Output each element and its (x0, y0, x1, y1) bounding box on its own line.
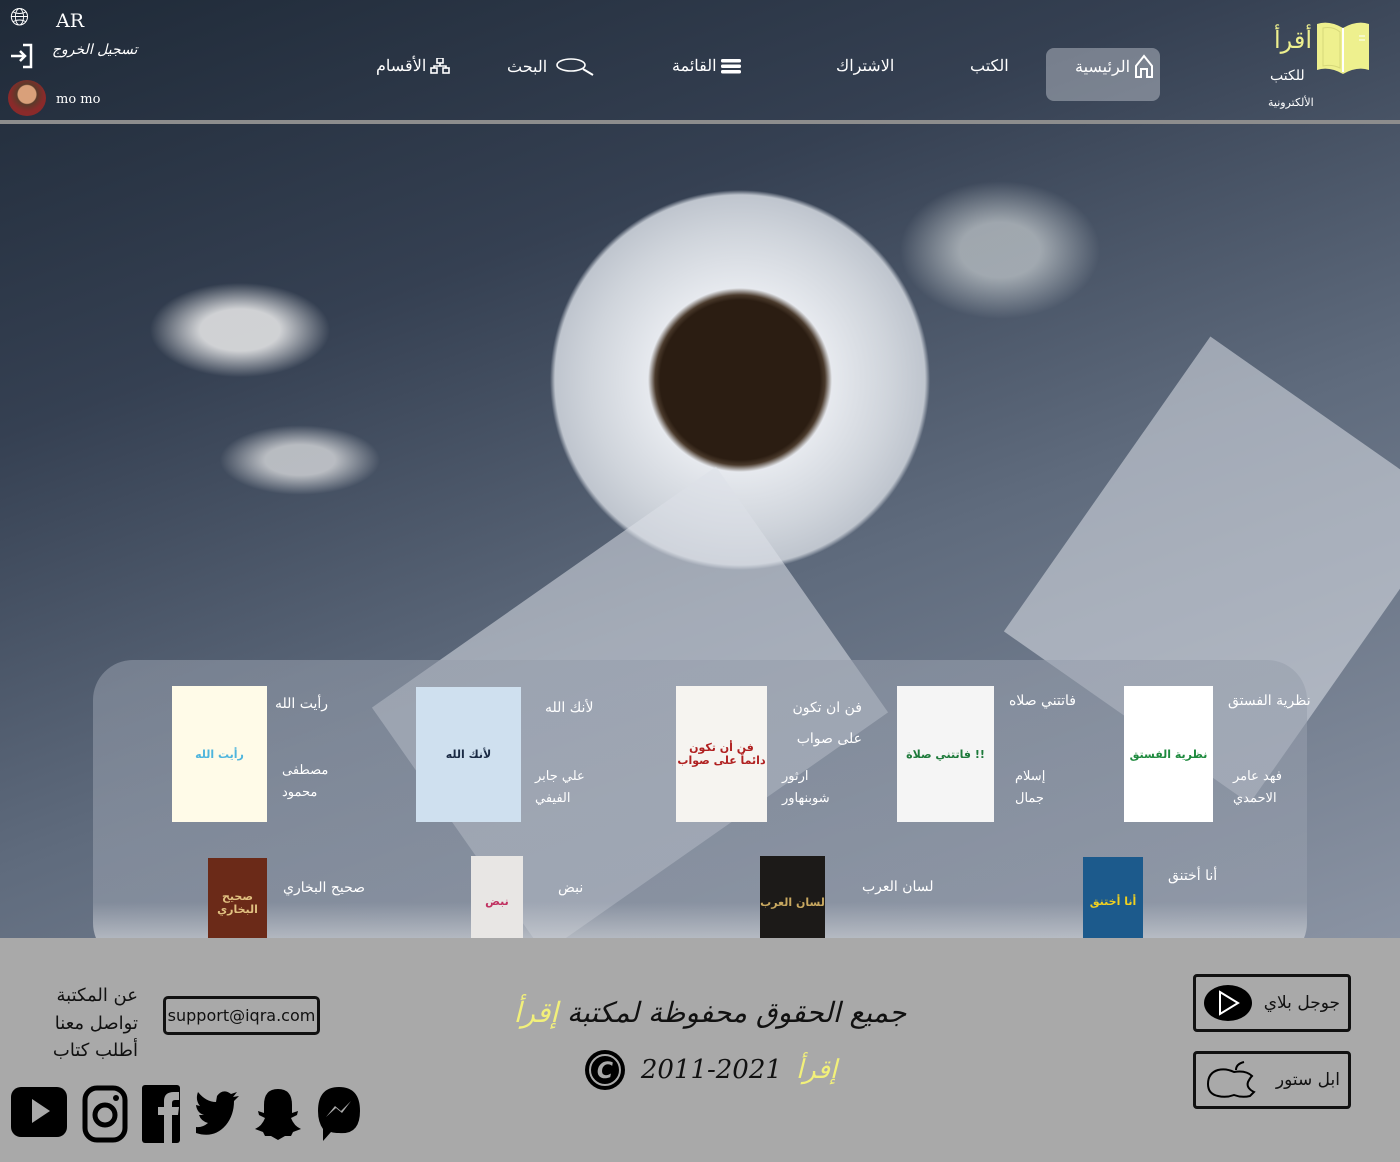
footer-link-contact[interactable]: تواصل معنا (55, 1013, 138, 1034)
book-author: إسلام جمال (1015, 769, 1046, 806)
logout-icon[interactable] (9, 43, 33, 69)
copyright-line: جميع الحقوق محفوظة لمكتبة (566, 996, 907, 1029)
language-toggle[interactable]: AR (56, 10, 84, 32)
book-title[interactable]: لسان العرب (862, 879, 934, 895)
nav-search[interactable]: البحث (507, 56, 597, 76)
nav-label: القائمة (672, 56, 717, 75)
book-author: ارثور شوبنهاور (782, 769, 830, 806)
app-store-button[interactable]: ابل ستور (1193, 1051, 1351, 1109)
book-title[interactable]: فن ان تكون على صواب (782, 693, 862, 755)
apple-icon (1206, 1061, 1256, 1098)
home-icon (1135, 54, 1154, 78)
book-title[interactable]: نظرية الفستق (1228, 693, 1311, 709)
book-title[interactable]: لأنك الله (545, 700, 593, 716)
globe-icon[interactable]: 🌐︎ (10, 3, 29, 31)
book-cover[interactable]: لسان العرب (760, 856, 825, 948)
avatar[interactable] (8, 80, 46, 116)
years: 2011-2021 (640, 1055, 782, 1085)
footer-link-about[interactable]: عن المكتبة (56, 985, 138, 1006)
book-title[interactable]: فاتتني صلاه (1009, 693, 1076, 709)
footer-link-request-book[interactable]: أطلب كتاب (53, 1040, 138, 1061)
support-email[interactable]: support@iqra.com (163, 996, 320, 1035)
book-title[interactable]: أنا أختنق (1168, 868, 1217, 884)
nav-subscription[interactable]: الاشتراك (836, 56, 894, 75)
book-cover[interactable]: أنا أختنق (1083, 857, 1143, 946)
youtube-icon[interactable] (10, 1085, 68, 1147)
copyright-icon: C (584, 1050, 625, 1090)
brand-name: إقرأ (513, 996, 559, 1029)
book-cover[interactable]: رأيت الله (172, 686, 267, 822)
book-cover[interactable]: فن أن تكون دائماً على صواب (676, 686, 767, 822)
facebook-icon[interactable] (142, 1085, 180, 1147)
nav-label: الرئيسية (1075, 56, 1131, 76)
twitter-icon[interactable] (194, 1085, 240, 1147)
nav-menu[interactable]: القائمة (672, 56, 741, 75)
book-cover[interactable]: صحيح البخاري (208, 858, 267, 947)
app-store-label: ابل ستور (1275, 1070, 1340, 1090)
brand-name: إقرأ (795, 1055, 838, 1085)
search-icon (556, 58, 594, 76)
book-title[interactable]: نبض (558, 880, 583, 896)
social-links (10, 1085, 362, 1147)
book-cover[interactable]: نبض (471, 856, 523, 946)
sitemap-icon (430, 57, 451, 74)
logo-subtitle-2: الألكترونية (1268, 96, 1314, 109)
logo-title: أقرأ (1274, 26, 1313, 54)
nav-label: الاشتراك (836, 56, 895, 75)
logo-subtitle-1: للكتب (1270, 68, 1305, 84)
google-play-button[interactable]: جوجل بلاي (1193, 974, 1351, 1032)
svg-text:C: C (597, 1059, 613, 1084)
nav-label: الكتب (970, 56, 1009, 75)
book-cover[interactable]: نظرية الفستق (1124, 686, 1213, 822)
book-author: مصطفى محمود (282, 763, 329, 800)
nav-sections[interactable]: الأقسام (376, 56, 451, 75)
book-title[interactable]: صحيح البخاري (283, 880, 365, 896)
nav-label: البحث (507, 56, 548, 76)
messenger-icon[interactable] (316, 1085, 362, 1147)
nav-label: الأقسام (376, 56, 427, 75)
top-navbar: 🌐︎ AR تسجيل الخروج mo mo الأقسام البحث ا… (0, 0, 1400, 120)
instagram-icon[interactable] (82, 1085, 128, 1147)
logout-link[interactable]: تسجيل الخروج (52, 42, 137, 58)
nav-home[interactable]: الرئيسية (1075, 54, 1154, 78)
menu-icon (720, 58, 741, 73)
book-title[interactable]: رأيت الله (275, 696, 328, 712)
copyright-text: جميع الحقوق محفوظة لمكتبة إقرأ (500, 996, 920, 1029)
header-divider (0, 120, 1400, 124)
book-author: فهد عامر الاحمدي (1233, 769, 1283, 806)
snapchat-icon[interactable] (254, 1085, 302, 1147)
open-book-logo-icon (1317, 22, 1369, 75)
username[interactable]: mo mo (56, 92, 100, 107)
google-play-label: جوجل بلاي (1263, 993, 1340, 1013)
nav-books[interactable]: الكتب (970, 56, 1009, 75)
book-author: علي جابر الفيفي (535, 769, 585, 806)
copyright-years: C 2011-2021 إقرأ (500, 1048, 920, 1092)
book-cover[interactable]: فاتتني صلاة !! (897, 686, 994, 822)
footer: عن المكتبة تواصل معنا أطلب كتاب support@… (0, 938, 1400, 1162)
book-cover[interactable]: لأنك الله (416, 687, 521, 822)
google-play-icon (1204, 985, 1252, 1021)
